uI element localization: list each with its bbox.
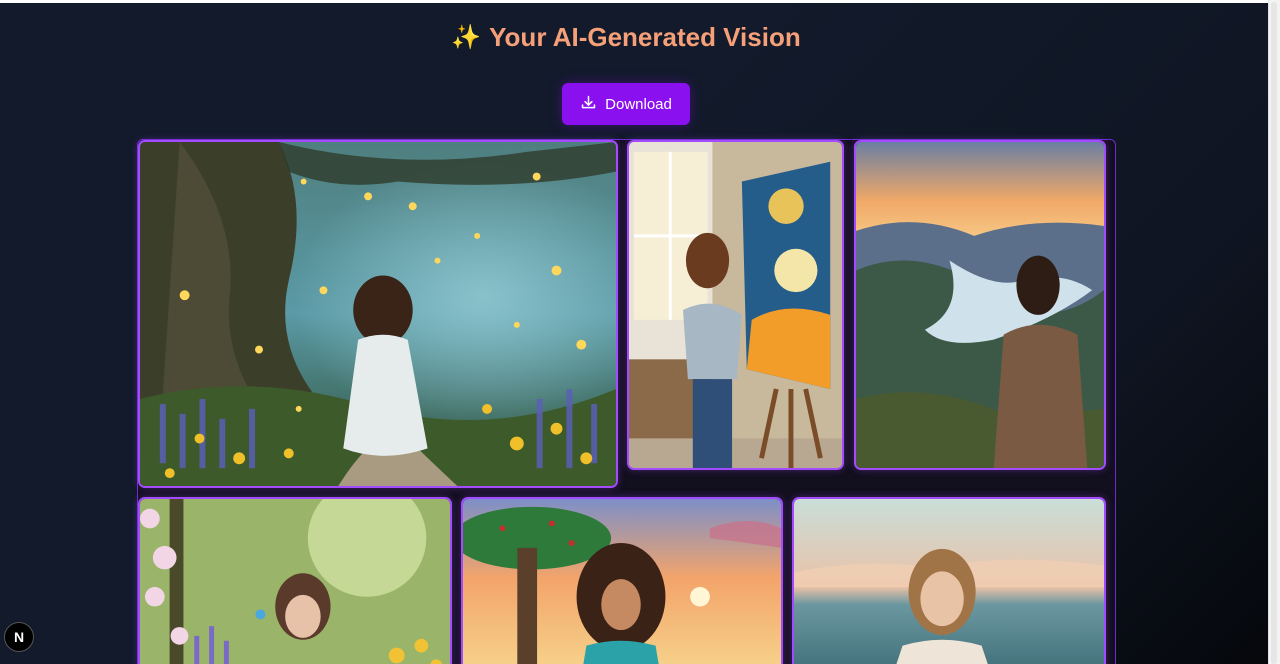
page-title-text: Your AI-Generated Vision — [489, 22, 801, 52]
gallery-image-2[interactable] — [627, 140, 844, 470]
sparkle-icon: ✨ — [451, 24, 482, 51]
gallery-image-4[interactable] — [138, 497, 452, 664]
gallery-image-3[interactable] — [854, 140, 1106, 470]
page-title: ✨ Your AI-Generated Vision — [0, 22, 1252, 53]
dev-tools-badge[interactable]: N — [4, 622, 34, 652]
download-button[interactable]: Download — [562, 83, 690, 125]
page-scrollbar[interactable] — [1268, 0, 1280, 664]
download-icon — [580, 94, 597, 115]
browser-top-edge — [0, 0, 1268, 3]
gallery-image-5[interactable] — [461, 497, 783, 664]
download-label: Download — [605, 95, 672, 113]
gallery-image-1[interactable] — [138, 140, 618, 488]
gallery-image-6[interactable] — [792, 497, 1106, 664]
scrollbar-thumb[interactable] — [1271, 2, 1277, 664]
